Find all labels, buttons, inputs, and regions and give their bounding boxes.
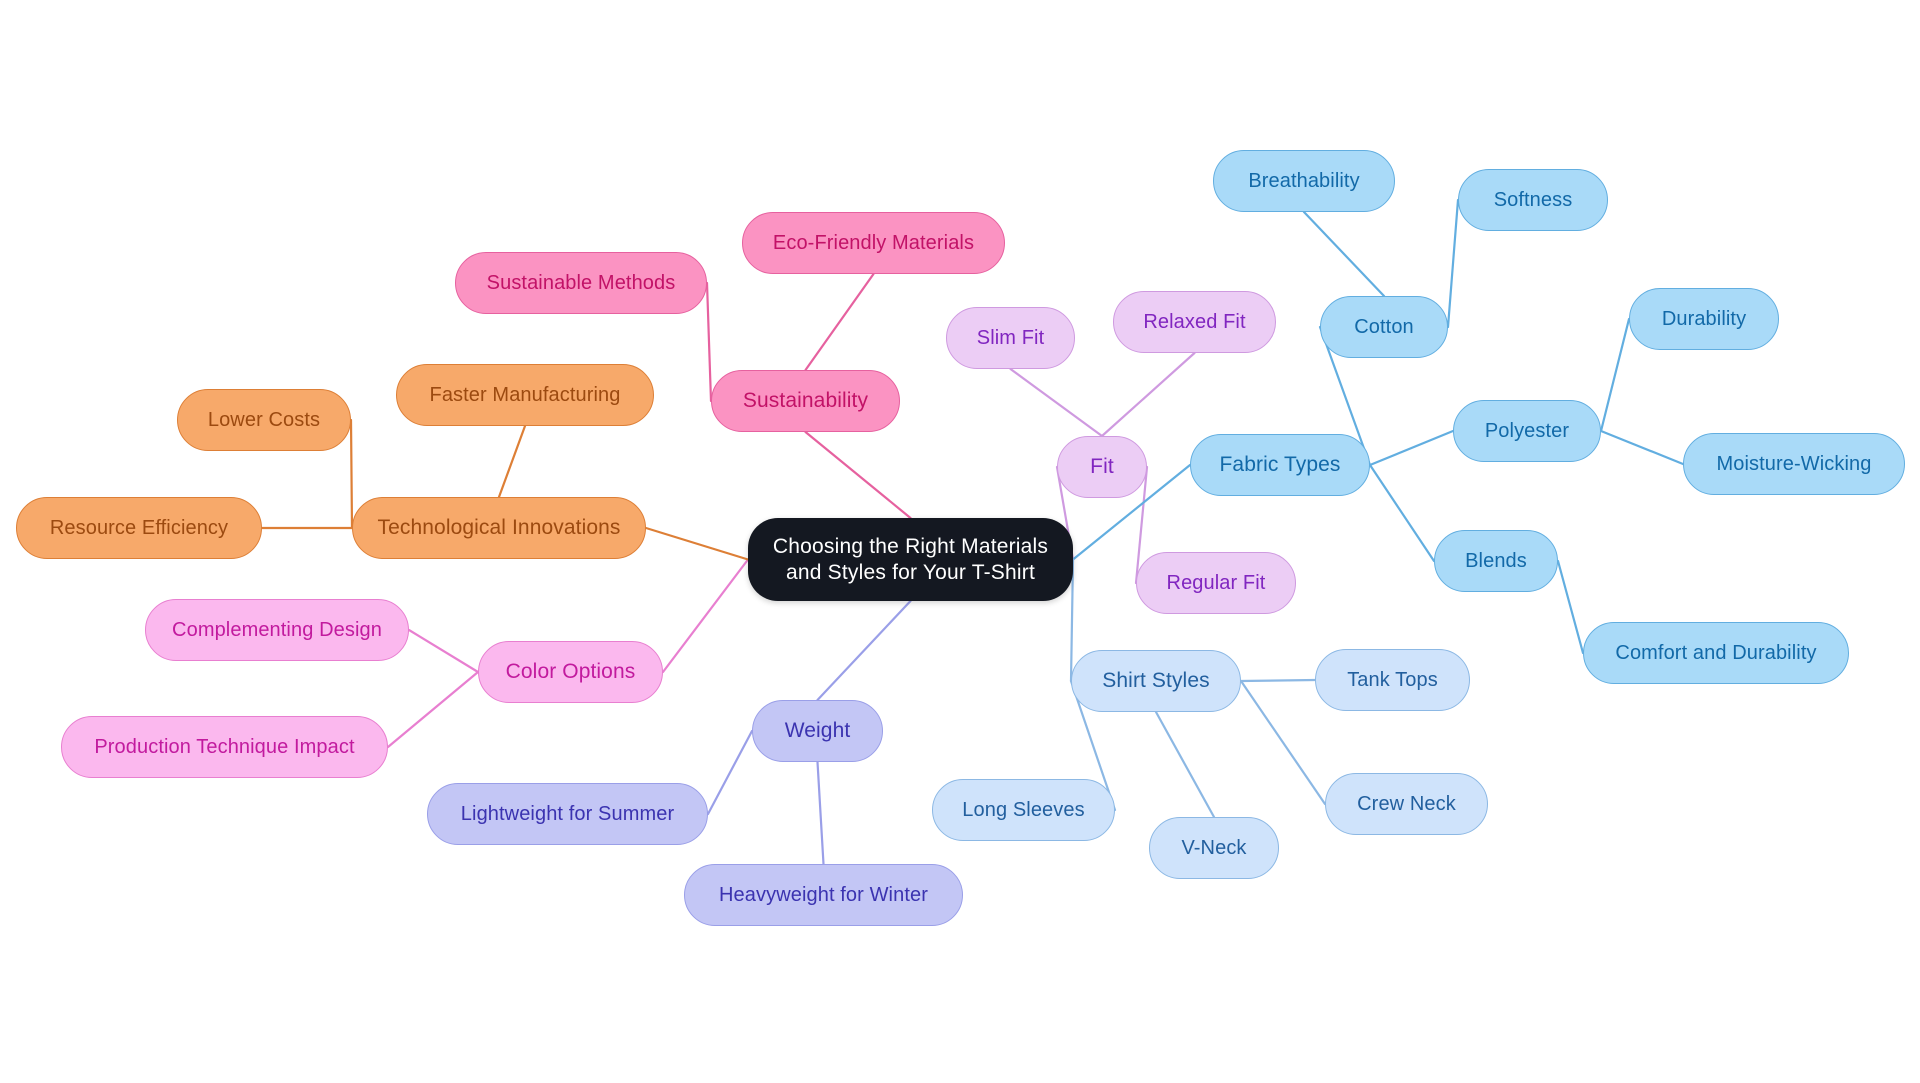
node-cotton[interactable]: Cotton — [1320, 296, 1448, 358]
edge-fit-to-relaxed-fit — [1100, 351, 1196, 438]
edge-root-to-color-options — [661, 558, 750, 674]
edge-root-to-sustainability — [804, 430, 912, 520]
node-resource-efficiency[interactable]: Resource Efficiency — [16, 497, 262, 559]
node-heavyweight-winter[interactable]: Heavyweight for Winter — [684, 864, 963, 926]
node-lower-costs[interactable]: Lower Costs — [177, 389, 351, 451]
edge-shirt-styles-to-crew-neck — [1239, 679, 1327, 806]
edge-fit-to-slim-fit — [1009, 367, 1104, 438]
node-comfort-durability[interactable]: Comfort and Durability — [1583, 622, 1849, 684]
node-blends[interactable]: Blends — [1434, 530, 1558, 592]
edge-root-to-tech-innovations — [644, 526, 750, 561]
edge-tech-innovations-to-faster-manufacturing — [497, 424, 527, 499]
node-softness[interactable]: Softness — [1458, 169, 1608, 231]
edge-fabric-types-to-polyester — [1368, 429, 1455, 467]
node-sustainability[interactable]: Sustainability — [711, 370, 900, 432]
edge-cotton-to-softness — [1446, 198, 1460, 329]
node-weight[interactable]: Weight — [752, 700, 883, 762]
root-node[interactable]: Choosing the Right Materials and Styles … — [748, 518, 1073, 601]
edge-shirt-styles-to-v-neck — [1154, 710, 1216, 819]
edge-fabric-types-to-blends — [1368, 463, 1436, 563]
edge-weight-to-lightweight-summer — [706, 729, 754, 816]
node-eco-friendly[interactable]: Eco-Friendly Materials — [742, 212, 1005, 274]
node-v-neck[interactable]: V-Neck — [1149, 817, 1279, 879]
edge-polyester-to-moisture-wicking — [1599, 429, 1685, 466]
node-polyester[interactable]: Polyester — [1453, 400, 1601, 462]
node-color-options[interactable]: Color Options — [478, 641, 663, 703]
edge-blends-to-comfort-durability — [1556, 559, 1585, 655]
node-tech-innovations[interactable]: Technological Innovations — [352, 497, 646, 559]
edge-tech-innovations-to-lower-costs — [349, 418, 354, 530]
node-durability[interactable]: Durability — [1629, 288, 1779, 350]
node-breathability[interactable]: Breathability — [1213, 150, 1395, 212]
node-complementing-design[interactable]: Complementing Design — [145, 599, 409, 661]
edge-weight-to-heavyweight-winter — [816, 760, 825, 866]
edge-shirt-styles-to-tank-tops — [1239, 678, 1317, 683]
edge-root-to-weight — [816, 599, 912, 702]
edge-sustainability-to-sustainable-methods — [705, 281, 713, 403]
node-sustainable-methods[interactable]: Sustainable Methods — [455, 252, 707, 314]
node-faster-manufacturing[interactable]: Faster Manufacturing — [396, 364, 654, 426]
node-shirt-styles[interactable]: Shirt Styles — [1071, 650, 1241, 712]
edge-polyester-to-durability — [1599, 317, 1631, 433]
edge-cotton-to-breathability — [1302, 210, 1386, 298]
edge-color-options-to-complementing-design — [407, 628, 480, 674]
node-relaxed-fit[interactable]: Relaxed Fit — [1113, 291, 1276, 353]
node-regular-fit[interactable]: Regular Fit — [1136, 552, 1296, 614]
mindmap-canvas: Choosing the Right Materials and Styles … — [0, 0, 1920, 1083]
node-production-technique[interactable]: Production Technique Impact — [61, 716, 388, 778]
edge-sustainability-to-eco-friendly — [804, 272, 875, 372]
node-tank-tops[interactable]: Tank Tops — [1315, 649, 1470, 711]
node-lightweight-summer[interactable]: Lightweight for Summer — [427, 783, 708, 845]
node-slim-fit[interactable]: Slim Fit — [946, 307, 1075, 369]
edge-color-options-to-production-technique — [386, 670, 480, 749]
node-fit[interactable]: Fit — [1057, 436, 1147, 498]
node-fabric-types[interactable]: Fabric Types — [1190, 434, 1370, 496]
node-moisture-wicking[interactable]: Moisture-Wicking — [1683, 433, 1905, 495]
node-long-sleeves[interactable]: Long Sleeves — [932, 779, 1115, 841]
node-crew-neck[interactable]: Crew Neck — [1325, 773, 1488, 835]
